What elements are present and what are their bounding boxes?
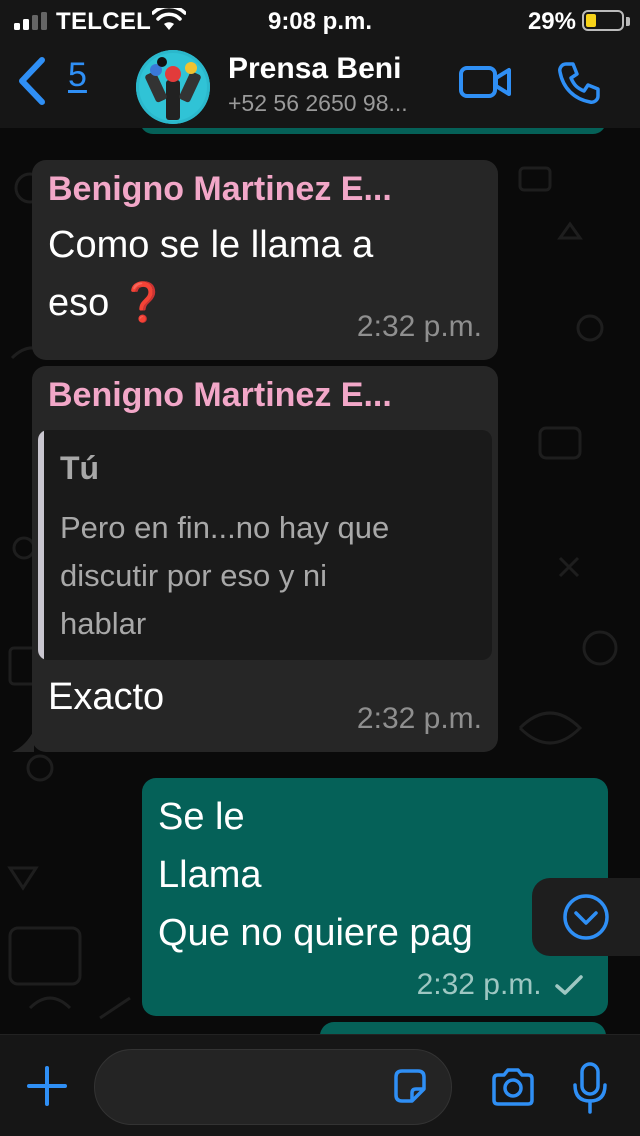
message-text: Se le Llama Que no quiere pag bbox=[158, 788, 473, 962]
back-unread-count[interactable]: 5 bbox=[68, 56, 87, 95]
contact-phone[interactable]: +52 56 2650 98... bbox=[228, 90, 408, 117]
message-input-bar bbox=[0, 1034, 640, 1136]
message-sender[interactable]: Benigno Martinez E... bbox=[48, 170, 392, 209]
microphone-icon[interactable] bbox=[570, 1061, 610, 1115]
bubble-tail bbox=[12, 730, 34, 752]
quoted-text-line: Pero en fin...no hay que bbox=[60, 510, 390, 545]
message-text-line: Llama bbox=[158, 854, 262, 896]
message-text: Exacto bbox=[48, 676, 165, 718]
sticker-icon[interactable] bbox=[390, 1067, 430, 1107]
message-bubble-outgoing-partial[interactable] bbox=[320, 1022, 606, 1034]
quoted-author: Tú bbox=[60, 450, 100, 486]
message-bubble-incoming[interactable]: Benigno Martinez E... Tú Pero en fin...n… bbox=[32, 366, 498, 752]
scroll-to-bottom-button[interactable] bbox=[532, 878, 640, 956]
battery-nub bbox=[626, 17, 630, 26]
message-timestamp: 2:32 p.m. bbox=[417, 968, 584, 1002]
quoted-text-line: hablar bbox=[60, 606, 147, 641]
contact-avatar[interactable] bbox=[136, 50, 210, 124]
quoted-text-line: discutir por eso y ni bbox=[60, 558, 328, 593]
message-text-line: Que no quiere pag bbox=[158, 912, 473, 954]
sent-check-icon bbox=[555, 975, 583, 995]
message-timestamp: 2:32 p.m. bbox=[356, 702, 482, 735]
message-text: Como se le llama a eso ❓ bbox=[48, 216, 373, 332]
plus-icon[interactable] bbox=[26, 1065, 68, 1107]
status-bar: TELCEL 9:08 p.m. 29% bbox=[0, 0, 640, 42]
message-time: 2:32 p.m. bbox=[416, 968, 542, 1001]
quoted-message[interactable]: Tú Pero en fin...no hay que discutir por… bbox=[38, 430, 492, 660]
chat-header: 5 Prensa Beni +52 56 2650 98... bbox=[0, 42, 640, 128]
message-bubble-incoming[interactable]: Benigno Martinez E... Como se le llama a… bbox=[32, 160, 498, 360]
back-chevron-icon[interactable] bbox=[14, 54, 50, 108]
message-bubble-outgoing-partial[interactable] bbox=[140, 128, 606, 134]
phone-call-icon[interactable] bbox=[556, 60, 602, 106]
battery-level bbox=[586, 14, 596, 27]
question-mark-emoji: ❓ bbox=[119, 282, 168, 324]
chat-messages-area[interactable]: Benigno Martinez E... Como se le llama a… bbox=[0, 128, 640, 1034]
message-timestamp: 2:32 p.m. bbox=[356, 310, 482, 343]
message-text-line: Como se le llama a bbox=[48, 224, 374, 266]
video-call-icon[interactable] bbox=[458, 64, 512, 100]
contact-name[interactable]: Prensa Beni bbox=[228, 52, 401, 86]
message-text-line: Se le bbox=[158, 796, 245, 838]
message-text-line: eso bbox=[48, 282, 110, 324]
camera-icon[interactable] bbox=[490, 1067, 536, 1107]
chevron-down-icon bbox=[563, 894, 609, 940]
quoted-text: Pero en fin...no hay que discutir por es… bbox=[60, 504, 389, 648]
quote-bar bbox=[38, 430, 44, 660]
battery-percentage: 29% bbox=[527, 8, 576, 35]
battery-icon bbox=[582, 10, 624, 31]
message-sender[interactable]: Benigno Martinez E... bbox=[48, 376, 392, 415]
message-text-line-with-emoji: eso ❓ bbox=[48, 274, 373, 332]
